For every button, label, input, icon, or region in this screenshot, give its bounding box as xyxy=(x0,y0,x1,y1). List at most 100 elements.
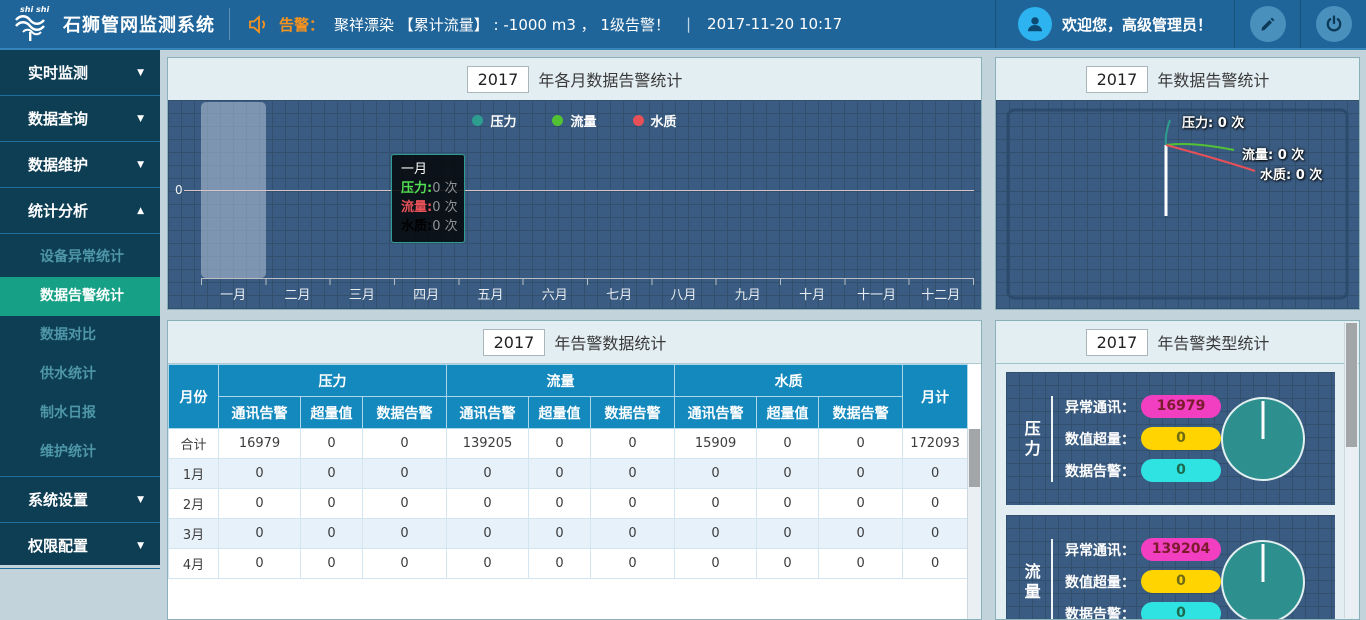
sidebar-item-permission-config[interactable]: 权限配置 ▼ xyxy=(0,523,160,569)
table-scrollbar[interactable] xyxy=(967,429,981,619)
col-header-month: 月份 xyxy=(169,365,219,429)
table-cell: 0 xyxy=(219,489,301,519)
panel-alarm-data-table: 2017 年告警数据统计 月份 压力 流量 水质 月计 xyxy=(167,320,982,620)
table-cell: 0 xyxy=(363,459,447,489)
table-cell: 0 xyxy=(757,459,819,489)
stat-row-abnormal-comm: 异常通讯： 139204 xyxy=(1065,538,1221,561)
table-cell: 0 xyxy=(819,489,903,519)
table-cell: 0 xyxy=(529,459,591,489)
table-cell: 0 xyxy=(903,519,968,549)
card-group-label: 压力 xyxy=(1018,419,1047,459)
monthly-chart-area: 压力 流量 水质 0 一月 压力:0 次 流量:0 次 水质:0 次 xyxy=(168,100,981,309)
x-axis-label: 三月 xyxy=(330,284,394,303)
panel-title-bar: 2017 年告警数据统计 xyxy=(168,321,981,363)
table-cell: 0 xyxy=(819,549,903,579)
sidebar-item-data-maintenance[interactable]: 数据维护 ▼ xyxy=(0,142,160,188)
col-header-comm-alarm: 通讯告警 xyxy=(447,397,529,429)
card-divider xyxy=(1051,396,1053,482)
table-cell: 0 xyxy=(219,519,301,549)
year-input[interactable]: 2017 xyxy=(483,329,546,356)
col-header-comm-alarm: 通讯告警 xyxy=(675,397,757,429)
table-cell: 0 xyxy=(301,549,363,579)
sidebar-item-system-settings[interactable]: 系统设置 ▼ xyxy=(0,477,160,523)
pie-leader-lines xyxy=(996,100,1359,309)
sidebar-item-data-query[interactable]: 数据查询 ▼ xyxy=(0,96,160,142)
chevron-down-icon: ▼ xyxy=(137,523,144,569)
x-axis-label: 十二月 xyxy=(909,284,973,303)
y-axis-zero-label: 0 xyxy=(175,183,183,197)
scrollbar-thumb[interactable] xyxy=(969,429,980,487)
col-header-comm-alarm: 通讯告警 xyxy=(219,397,301,429)
types-scrollbar[interactable] xyxy=(1344,322,1358,618)
submenu-item-data-alarm-stats[interactable]: 数据告警统计 xyxy=(0,277,160,316)
table-cell: 0 xyxy=(529,519,591,549)
submenu-item-maintenance-stats[interactable]: 维护统计 xyxy=(0,433,160,472)
table-row: 2月 0 0 0 0 0 0 0 0 0 0 xyxy=(169,489,968,519)
table-cell: 0 xyxy=(591,519,675,549)
app-header: shi shi 石狮管网监测系统 告警： 聚祥漂染 【累计流量】 : -1000… xyxy=(0,0,1366,50)
header-right: 欢迎您，高级管理员！ xyxy=(995,0,1366,48)
submenu-item-water-supply-stats[interactable]: 供水统计 xyxy=(0,355,160,394)
legend-item-quality[interactable]: 水质 xyxy=(633,111,677,130)
card-divider xyxy=(1051,539,1053,620)
pressure-dot-icon xyxy=(472,115,483,126)
flow-pie-chart xyxy=(1221,540,1305,620)
x-axis-label: 二月 xyxy=(265,284,329,303)
x-axis-label: 九月 xyxy=(716,284,780,303)
legend-item-flow[interactable]: 流量 xyxy=(552,111,596,130)
panel-monthly-alarm-chart: 2017 年各月数据告警统计 压力 流量 水质 0 xyxy=(167,57,982,310)
edit-button[interactable] xyxy=(1250,6,1286,42)
pie-label-flow: 流量: 0 次 xyxy=(1242,144,1304,163)
panel-title-text: 年各月数据告警统计 xyxy=(538,67,682,91)
alarm-ticker: 告警： 聚祥漂染 【累计流量】 : -1000 m3 ， 1级告警！ | 201… xyxy=(230,0,860,48)
submenu-item-water-production-daily[interactable]: 制水日报 xyxy=(0,394,160,433)
panel-title-text: 年告警类型统计 xyxy=(1157,330,1269,354)
table-cell: 0 xyxy=(363,489,447,519)
sidebar-item-label: 统计分析 xyxy=(28,202,88,220)
pie-label-quality: 水质: 0 次 xyxy=(1260,164,1322,183)
table-cell: 0 xyxy=(301,459,363,489)
submenu-item-device-abnormal-stats[interactable]: 设备异常统计 xyxy=(0,238,160,277)
user-avatar xyxy=(1018,7,1052,41)
table-cell: 0 xyxy=(363,549,447,579)
sidebar-item-label: 数据维护 xyxy=(28,156,88,174)
col-header-data-alarm: 数据告警 xyxy=(591,397,675,429)
sidebar-item-realtime-monitor[interactable]: 实时监测 ▼ xyxy=(0,50,160,96)
speaker-icon xyxy=(248,15,269,34)
logout-button-zone xyxy=(1300,0,1366,48)
table-cell: 0 xyxy=(757,549,819,579)
table-cell: 0 xyxy=(819,459,903,489)
col-group-quality: 水质 xyxy=(675,365,903,397)
logout-button[interactable] xyxy=(1316,6,1352,42)
col-header-over-limit: 超量值 xyxy=(301,397,363,429)
submenu-item-data-compare[interactable]: 数据对比 xyxy=(0,316,160,355)
table-cell: 139205 xyxy=(447,429,529,459)
panel-title-text: 年数据告警统计 xyxy=(1157,67,1269,91)
table-container: 月份 压力 流量 水质 月计 通讯告警 超量值 数据告警 通讯告警 超量值 数据… xyxy=(168,363,981,619)
edit-button-zone xyxy=(1234,0,1300,48)
panel-alarm-type-stats: 2017 年告警类型统计 压力 异常通讯： 16979 数值超量： 0 xyxy=(995,320,1360,620)
tooltip-row-flow: 流量:0 次 xyxy=(401,198,455,217)
stat-row-data-alarm: 数据告警： 0 xyxy=(1065,459,1221,482)
welcome-text: 欢迎您，高级管理员！ xyxy=(1062,14,1212,35)
badge-over-limit: 0 xyxy=(1141,427,1221,450)
scrollbar-thumb[interactable] xyxy=(1346,323,1357,447)
table-cell: 0 xyxy=(757,489,819,519)
x-axis-labels: 一月 二月 三月 四月 五月 六月 七月 八月 九月 十月 十一月 十二月 xyxy=(201,284,973,303)
badge-abnormal-comm: 16979 xyxy=(1141,395,1221,418)
legend-item-pressure[interactable]: 压力 xyxy=(472,111,516,130)
table-cell: 0 xyxy=(675,459,757,489)
year-input[interactable]: 2017 xyxy=(1086,66,1149,93)
year-input[interactable]: 2017 xyxy=(467,66,530,93)
table-cell-month: 合计 xyxy=(169,429,219,459)
alarm-message: 聚祥漂染 【累计流量】 : -1000 m3 ， 1级告警！ xyxy=(334,14,670,35)
panel-title-bar: 2017 年告警类型统计 xyxy=(996,321,1359,363)
badge-over-limit: 0 xyxy=(1141,570,1221,593)
table-cell: 0 xyxy=(447,459,529,489)
stat-row-data-alarm: 数据告警： 0 xyxy=(1065,602,1221,619)
table-cell: 0 xyxy=(675,549,757,579)
sidebar-item-label: 系统设置 xyxy=(28,491,88,509)
sidebar-item-statistics[interactable]: 统计分析 ▲ xyxy=(0,188,160,234)
year-input[interactable]: 2017 xyxy=(1086,329,1149,356)
table-row: 1月 0 0 0 0 0 0 0 0 0 0 xyxy=(169,459,968,489)
